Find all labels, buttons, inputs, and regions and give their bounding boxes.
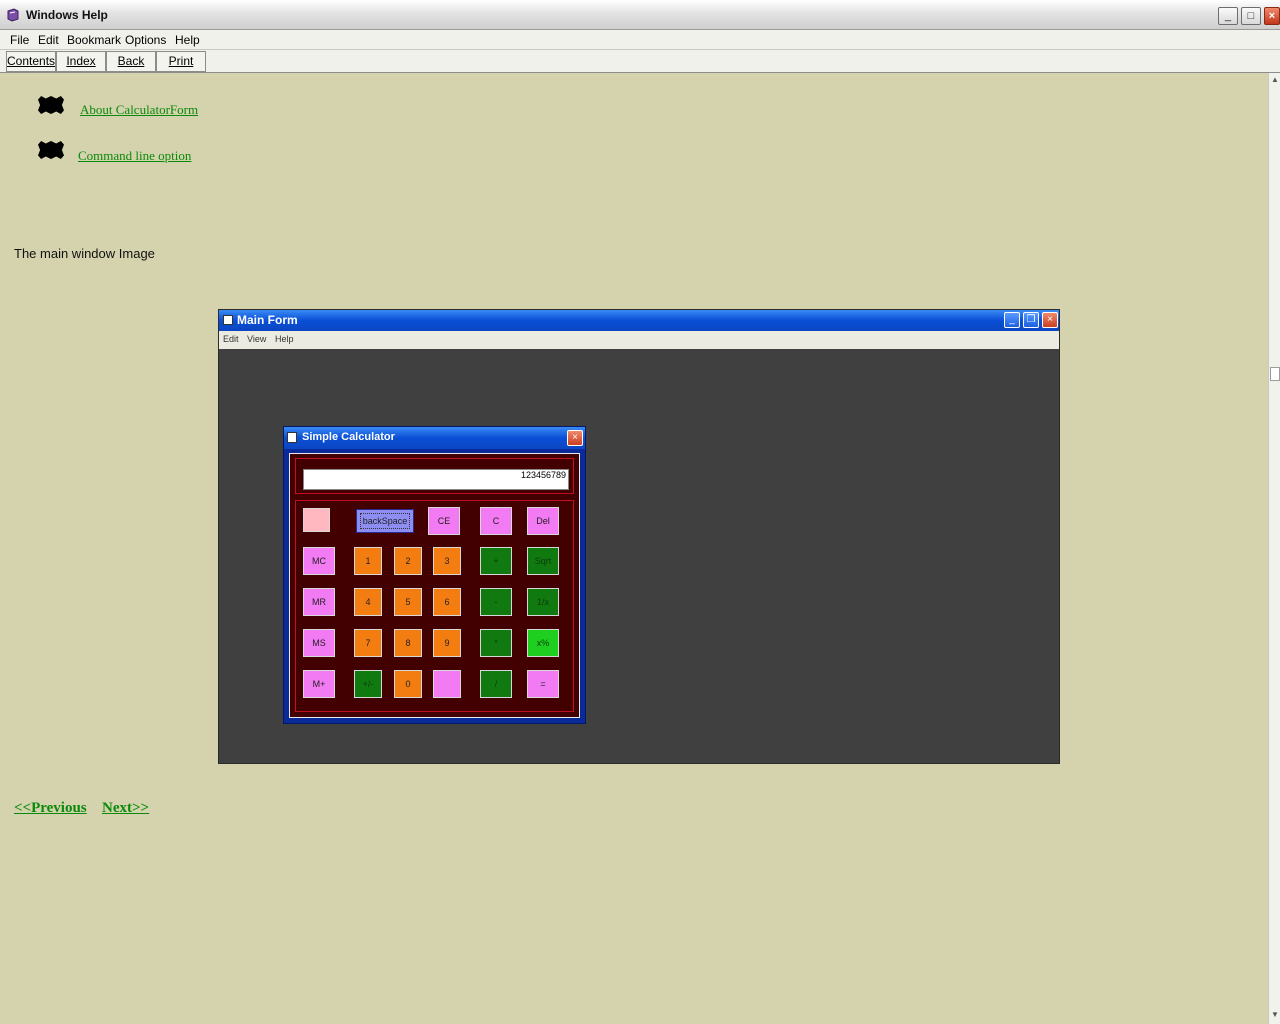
mr-key: MR [303,588,335,616]
equals-key: = [527,670,559,698]
display-frame: 123456789 [295,458,574,494]
main-menu-view: View [247,334,267,344]
minus-key: - [480,588,512,616]
menu-edit[interactable]: Edit [38,33,59,47]
about-link[interactable]: About CalculatorForm [80,102,198,118]
main-menu-edit: Edit [223,334,239,344]
index-button[interactable]: Index [56,51,106,72]
key-5: 5 [394,588,422,616]
plus-key: + [480,547,512,575]
minimize-icon: _ [1004,312,1020,328]
key-6: 6 [433,588,461,616]
key-9: 9 [433,629,461,657]
contents-button[interactable]: Contents [6,51,56,72]
scroll-thumb[interactable] [1270,367,1280,381]
reciprocal-key: 1/x [527,588,559,616]
decimal-key [433,670,461,698]
backspace-key: backSpace [356,509,414,533]
help-window: Windows Help _ □ × File Edit Bookmark Op… [0,0,1280,1024]
help-app-icon [7,8,19,22]
print-button[interactable]: Print [156,51,206,72]
key-1: 1 [354,547,382,575]
close-button[interactable]: × [1264,7,1280,25]
key-3: 3 [433,547,461,575]
title-bar[interactable]: Windows Help _ □ × [0,0,1280,30]
minimize-button[interactable]: _ [1218,7,1238,25]
key-2: 2 [394,547,422,575]
key-4: 4 [354,588,382,616]
calculator-titlebar: Simple Calculator × [284,427,585,449]
percent-key: x% [527,629,559,657]
vertical-scrollbar[interactable]: ▲ ▼ [1268,73,1280,1024]
menu-options[interactable]: Options [125,33,166,47]
image-caption: The main window Image [14,246,155,261]
multiply-key: * [480,629,512,657]
bullet-icon [38,96,64,114]
key-8: 8 [394,629,422,657]
main-window-image: Main Form _ ❐ × Edit View Help Simple Ca… [218,309,1060,764]
mc-key: MC [303,547,335,575]
main-form-menu: Edit View Help [219,331,1059,349]
backspace-label: backSpace [359,513,411,529]
calculator-title: Simple Calculator [302,431,395,443]
next-link[interactable]: Next>> [102,800,149,817]
command-line-link[interactable]: Command line option [78,148,191,164]
scroll-up-icon[interactable]: ▲ [1270,75,1280,87]
main-form-titlebar: Main Form _ ❐ × [219,310,1059,331]
menu-file[interactable]: File [10,33,29,47]
scroll-down-icon[interactable]: ▼ [1270,1010,1280,1022]
calculator-window: Simple Calculator × 123456789 backSpace … [283,426,586,724]
keypad-frame: backSpace CE C Del MC 1 2 3 + Sqrt MR 4 … [295,500,574,712]
calculator-icon [287,432,297,443]
previous-link[interactable]: <<Previous [14,800,87,817]
sqrt-key: Sqrt [527,547,559,575]
mplus-key: M+ [303,670,335,698]
back-button[interactable]: Back [106,51,156,72]
window-title: Windows Help [26,8,108,22]
main-menu-help: Help [275,334,294,344]
key-7: 7 [354,629,382,657]
menu-help[interactable]: Help [175,33,200,47]
menu-bookmark[interactable]: Bookmark [67,33,121,47]
close-icon: × [1042,312,1058,328]
c-key: C [480,507,512,535]
ms-key: MS [303,629,335,657]
key-0: 0 [394,670,422,698]
form-icon [223,315,233,325]
menu-bar: File Edit Bookmark Options Help [0,30,1280,50]
restore-icon: ❐ [1023,312,1039,328]
maximize-button[interactable]: □ [1241,7,1261,25]
calculator-body: 123456789 backSpace CE C Del MC 1 2 3 + … [289,453,580,718]
toolbar: Contents Index Back Print [0,50,1280,73]
sign-key: +/- [354,670,382,698]
del-key: Del [527,507,559,535]
calculator-display: 123456789 [303,469,569,490]
divide-key: / [480,670,512,698]
ce-key: CE [428,507,460,535]
blank-key [303,508,330,532]
main-form-title: Main Form [237,313,298,327]
close-icon: × [567,430,583,446]
bullet-icon [38,141,64,159]
